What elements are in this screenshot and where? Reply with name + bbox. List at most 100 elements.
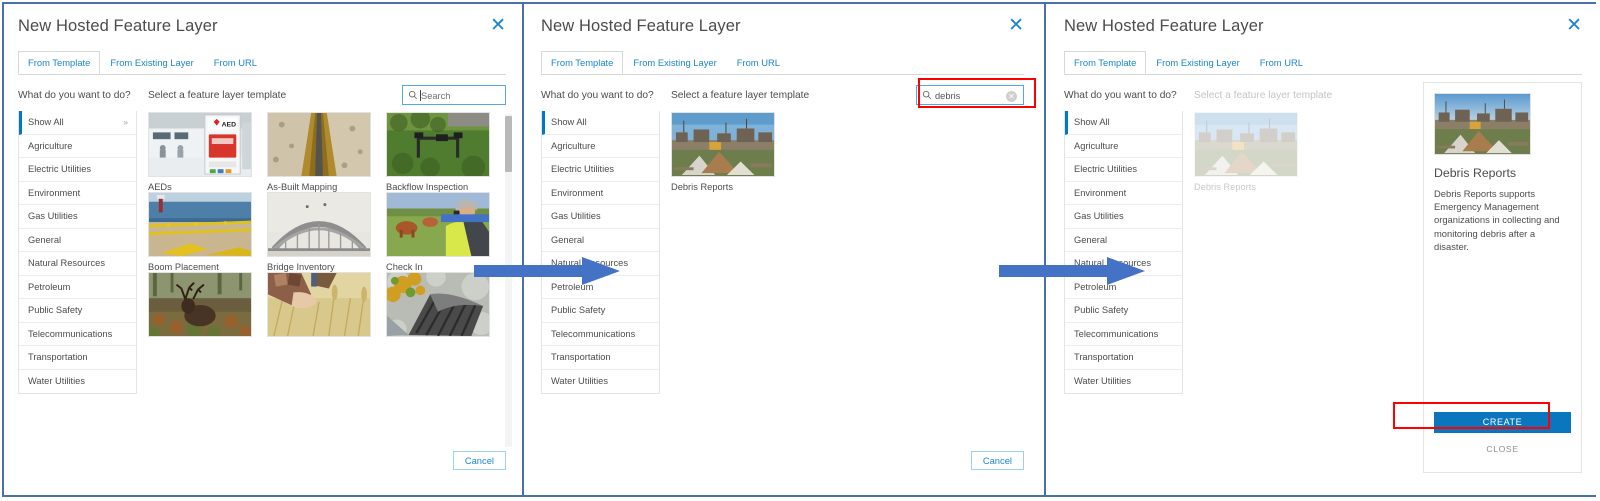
search-input[interactable]: Search xyxy=(402,85,506,105)
template-card[interactable]: Debris Reports xyxy=(671,112,775,192)
category-item-water-utilities[interactable]: Water Utilities xyxy=(1065,370,1182,394)
template-card[interactable]: Backflow Inspection xyxy=(386,112,490,192)
dialog-panel-step-2: New Hosted Feature Layer ✕ From Template… xyxy=(527,4,1038,495)
category-item-natural-resources[interactable]: Natural Resources xyxy=(1065,252,1182,276)
category-item-public-safety[interactable]: Public Safety xyxy=(1065,299,1182,323)
clear-icon[interactable]: ✕ xyxy=(1006,91,1017,102)
category-item-label: Natural Resources xyxy=(551,258,628,268)
category-item-gas-utilities[interactable]: Gas Utilities xyxy=(19,205,136,229)
category-item-show-all[interactable]: Show All» xyxy=(19,111,136,135)
category-item-telecommunications[interactable]: Telecommunications xyxy=(1065,323,1182,347)
category-item-telecommunications[interactable]: Telecommunications xyxy=(19,323,136,347)
category-item-petroleum[interactable]: Petroleum xyxy=(542,276,659,300)
category-item-label: Petroleum xyxy=(1074,282,1116,292)
template-card[interactable]: AED AEDs xyxy=(148,112,252,192)
category-item-label: General xyxy=(551,235,584,245)
category-list: Show All Agriculture Electric Utilities Env… xyxy=(541,111,660,394)
tab-from-existing-layer[interactable]: From Existing Layer xyxy=(1146,51,1249,74)
category-item-general[interactable]: General xyxy=(1065,229,1182,253)
category-item-label: Agriculture xyxy=(551,141,595,151)
category-item-label: Natural Resources xyxy=(28,258,105,268)
category-item-public-safety[interactable]: Public Safety xyxy=(542,299,659,323)
template-card[interactable]: Check In xyxy=(386,192,490,272)
category-item-label: Telecommunications xyxy=(1074,329,1158,339)
category-item-label: Public Safety xyxy=(1074,305,1128,315)
category-item-environment[interactable]: Environment xyxy=(542,182,659,206)
category-item-transportation[interactable]: Transportation xyxy=(542,346,659,370)
culvert-photo-icon xyxy=(387,273,489,336)
debris-photo-icon xyxy=(1435,94,1530,154)
boom-photo-icon xyxy=(149,193,251,256)
category-item-gas-utilities[interactable]: Gas Utilities xyxy=(542,205,659,229)
cancel-button[interactable]: Cancel xyxy=(453,451,506,470)
template-card[interactable]: Debris Reports xyxy=(1194,112,1298,192)
template-card[interactable] xyxy=(148,272,252,342)
category-item-agriculture[interactable]: Agriculture xyxy=(542,135,659,159)
category-item-electric-utilities[interactable]: Electric Utilities xyxy=(1065,158,1182,182)
category-item-water-utilities[interactable]: Water Utilities xyxy=(542,370,659,394)
template-card[interactable]: As-Built Mapping xyxy=(267,112,371,192)
category-item-label: Public Safety xyxy=(28,305,82,315)
category-item-general[interactable]: General xyxy=(542,229,659,253)
tab-from-template[interactable]: From Template xyxy=(1064,51,1146,74)
category-item-agriculture[interactable]: Agriculture xyxy=(19,135,136,159)
template-thumbnail xyxy=(148,272,252,337)
category-item-label: Show All xyxy=(551,117,587,127)
category-item-label: Environment xyxy=(28,188,80,198)
category-item-natural-resources[interactable]: Natural Resources xyxy=(19,252,136,276)
tab-from-existing-layer[interactable]: From Existing Layer xyxy=(623,51,726,74)
category-item-telecommunications[interactable]: Telecommunications xyxy=(542,323,659,347)
template-card[interactable] xyxy=(267,272,371,342)
template-card[interactable]: Bridge Inventory xyxy=(267,192,371,272)
category-item-agriculture[interactable]: Agriculture xyxy=(1065,135,1182,159)
grid-scrollbar-thumb[interactable] xyxy=(505,116,512,172)
center-column-heading: Select a feature layer template xyxy=(671,90,809,101)
category-item-label: Gas Utilities xyxy=(28,211,78,221)
category-item-show-all[interactable]: Show All xyxy=(1065,111,1182,135)
template-card[interactable]: Boom Placement xyxy=(148,192,252,272)
dialog-panel-step-1: New Hosted Feature Layer ✕ From Template… xyxy=(4,4,520,495)
create-button[interactable]: CREATE xyxy=(1434,412,1571,433)
tab-from-url[interactable]: From URL xyxy=(1250,51,1313,74)
category-item-label: Electric Utilities xyxy=(551,164,614,174)
template-card[interactable] xyxy=(386,272,490,342)
tab-from-existing-layer[interactable]: From Existing Layer xyxy=(100,51,203,74)
close-icon[interactable]: ✕ xyxy=(1008,16,1024,35)
category-item-label: Electric Utilities xyxy=(28,164,91,174)
backflow-photo-icon xyxy=(387,113,489,176)
template-label: Bridge Inventory xyxy=(267,262,371,272)
tab-from-template[interactable]: From Template xyxy=(18,51,100,74)
category-item-environment[interactable]: Environment xyxy=(1065,182,1182,206)
search-input[interactable]: debris ✕ xyxy=(916,85,1024,105)
close-icon[interactable]: ✕ xyxy=(1566,16,1582,35)
category-list: Show All»Agriculture Electric Utilities En… xyxy=(18,111,137,394)
template-label: AEDs xyxy=(148,182,252,192)
category-item-label: Environment xyxy=(1074,188,1126,198)
category-item-transportation[interactable]: Transportation xyxy=(1065,346,1182,370)
category-item-electric-utilities[interactable]: Electric Utilities xyxy=(542,158,659,182)
category-item-gas-utilities[interactable]: Gas Utilities xyxy=(1065,205,1182,229)
asbuilt-photo-icon xyxy=(268,113,370,176)
close-icon[interactable]: ✕ xyxy=(490,16,506,35)
detail-description: Debris Reports supports Emergency Manage… xyxy=(1434,187,1571,253)
tab-from-url[interactable]: From URL xyxy=(727,51,790,74)
tab-from-url[interactable]: From URL xyxy=(204,51,267,74)
category-item-petroleum[interactable]: Petroleum xyxy=(19,276,136,300)
cancel-button[interactable]: Cancel xyxy=(971,451,1024,470)
category-item-natural-resources[interactable]: Natural Resources xyxy=(542,252,659,276)
category-item-public-safety[interactable]: Public Safety xyxy=(19,299,136,323)
category-item-electric-utilities[interactable]: Electric Utilities xyxy=(19,158,136,182)
close-link[interactable]: CLOSE xyxy=(1424,444,1581,454)
category-item-petroleum[interactable]: Petroleum xyxy=(1065,276,1182,300)
tab-from-template[interactable]: From Template xyxy=(541,51,623,74)
tab-bar: From Template From Existing Layer From U… xyxy=(18,51,506,75)
page-title: New Hosted Feature Layer xyxy=(18,17,218,36)
template-grid: AED AEDs As-Built Mapping xyxy=(148,112,498,449)
panel-divider-1 xyxy=(522,4,524,495)
category-item-label: General xyxy=(1074,235,1107,245)
category-item-general[interactable]: General xyxy=(19,229,136,253)
category-item-water-utilities[interactable]: Water Utilities xyxy=(19,370,136,394)
category-item-environment[interactable]: Environment xyxy=(19,182,136,206)
category-item-show-all[interactable]: Show All xyxy=(542,111,659,135)
category-item-transportation[interactable]: Transportation xyxy=(19,346,136,370)
